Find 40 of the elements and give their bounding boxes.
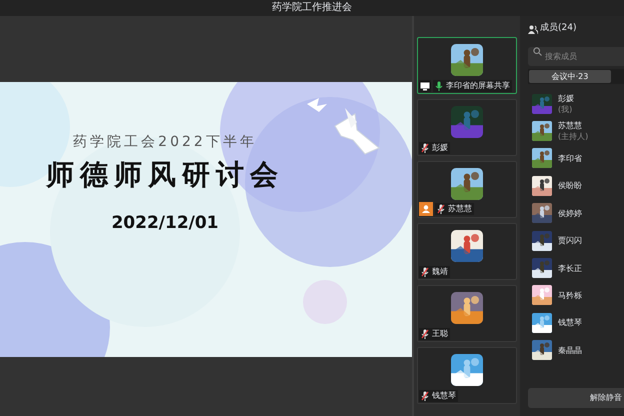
video-tile[interactable]: 王聪	[417, 285, 517, 342]
member-name: 苏慧慧	[558, 120, 583, 132]
video-tile[interactable]: 彭媛	[417, 99, 517, 156]
participant-name: 钱慧琴	[432, 392, 456, 400]
members-header: 成员(24)	[540, 22, 576, 36]
member-name: 李长正	[558, 262, 582, 274]
participant-name: 王聪	[432, 330, 448, 338]
participant-name: 苏慧慧	[448, 205, 472, 213]
slide-date: 2022/12/01	[111, 212, 219, 235]
slide-subtitle: 药学院工会2022下半年	[73, 133, 257, 152]
participant-name: 魏靖	[432, 268, 448, 276]
muted-microphone-icon	[437, 204, 445, 214]
member-name: 马矜栎	[558, 290, 582, 301]
tab[interactable]: 会议中·23	[529, 70, 611, 83]
member-name: 秦晶晶	[558, 344, 582, 356]
window-title: 药学院工作推进会	[272, 3, 352, 13]
people-icon	[528, 24, 538, 34]
member-role: (我)	[558, 104, 574, 115]
unmute-button[interactable]: 解除静音	[528, 388, 624, 408]
member-name: 彭媛	[558, 92, 574, 104]
member-name: 侯婷婷	[558, 208, 582, 219]
member-role: (主持人)	[558, 131, 588, 142]
muted-microphone-icon	[421, 329, 429, 339]
slide-title: 师德师风研讨会	[46, 161, 284, 189]
video-tile[interactable]: 苏慧慧	[417, 161, 517, 218]
video-tile[interactable]: 钱慧琴	[417, 347, 517, 404]
member-name: 李印省	[558, 152, 582, 164]
participant-name: 彭媛	[432, 144, 448, 152]
microphone-icon	[435, 81, 443, 91]
muted-microphone-icon	[421, 391, 429, 401]
video-tile[interactable]: 魏靖	[417, 223, 517, 280]
search-icon	[533, 47, 542, 56]
member-name: 侯盼盼	[558, 180, 582, 192]
muted-microphone-icon	[421, 267, 429, 277]
video-tile[interactable]: 李印省的屏幕共享	[417, 37, 517, 94]
member-name: 钱慧琴	[558, 317, 582, 328]
participant-name: 李印省的屏幕共享	[446, 82, 510, 90]
muted-microphone-icon	[421, 143, 429, 153]
search-field[interactable]: 搜索成员	[528, 47, 624, 66]
member-name: 贾闪闪	[558, 235, 582, 246]
